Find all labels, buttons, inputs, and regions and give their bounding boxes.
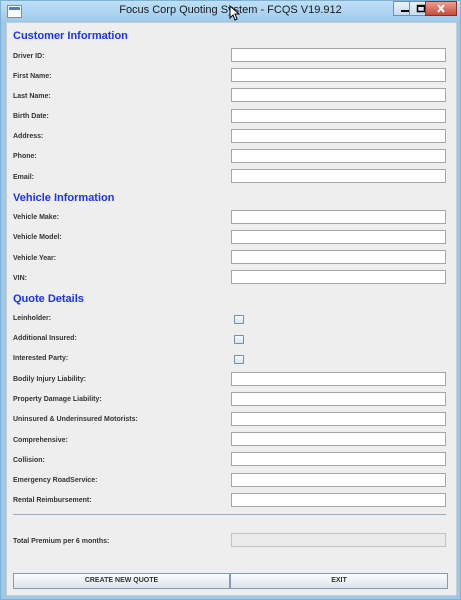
close-button[interactable] bbox=[425, 1, 457, 16]
phone-field[interactable] bbox=[231, 149, 446, 163]
email-field[interactable] bbox=[231, 169, 446, 183]
last-name-field[interactable] bbox=[231, 88, 446, 102]
mouse-cursor-icon bbox=[229, 5, 241, 21]
address-field[interactable] bbox=[231, 129, 446, 143]
driver-id-label: Driver ID: bbox=[13, 53, 45, 60]
create-new-quote-button[interactable]: CREATE NEW QUOTE bbox=[13, 573, 230, 589]
quote-form: Customer Information Driver ID: First Na… bbox=[6, 22, 457, 596]
leinholder-label: Leinholder: bbox=[13, 315, 52, 322]
property-damage-field[interactable] bbox=[231, 392, 446, 406]
property-damage-label: Property Damage Liability: bbox=[13, 396, 102, 403]
vin-label: VIN: bbox=[13, 275, 27, 282]
emergency-road-service-field[interactable] bbox=[231, 473, 446, 487]
bodily-injury-field[interactable] bbox=[231, 372, 446, 386]
uninsured-motorists-field[interactable] bbox=[231, 412, 446, 426]
close-icon bbox=[437, 4, 445, 13]
vehicle-model-label: Vehicle Model: bbox=[13, 234, 62, 241]
first-name-field[interactable] bbox=[231, 68, 446, 82]
vehicle-year-field[interactable] bbox=[231, 250, 446, 264]
comprehensive-field[interactable] bbox=[231, 432, 446, 446]
vehicle-make-field[interactable] bbox=[231, 210, 446, 224]
vehicle-model-field[interactable] bbox=[231, 230, 446, 244]
emergency-road-service-label: Emergency RoadService: bbox=[13, 477, 98, 484]
rental-reimbursement-label: Rental Reimbursement: bbox=[13, 497, 92, 504]
vin-field[interactable] bbox=[231, 270, 446, 284]
rental-reimbursement-field[interactable] bbox=[231, 493, 446, 507]
section-divider bbox=[13, 514, 446, 515]
uninsured-motorists-label: Uninsured & Underinsured Motorists: bbox=[13, 416, 138, 423]
birth-date-field[interactable] bbox=[231, 109, 446, 123]
email-label: Email: bbox=[13, 174, 35, 181]
additional-insured-label: Additional Insured: bbox=[13, 335, 77, 342]
total-premium-label: Total Premium per 6 months: bbox=[13, 538, 110, 545]
driver-id-field[interactable] bbox=[231, 48, 446, 62]
total-premium-field bbox=[231, 533, 446, 547]
vehicle-year-label: Vehicle Year: bbox=[13, 255, 57, 262]
comprehensive-label: Comprehensive: bbox=[13, 437, 68, 444]
quote-details-heading: Quote Details bbox=[13, 293, 84, 305]
app-window: Focus Corp Quoting System - FCQS V19.912… bbox=[0, 0, 461, 600]
interested-party-label: Interested Party: bbox=[13, 355, 69, 362]
interested-party-checkbox[interactable] bbox=[234, 355, 244, 364]
collision-field[interactable] bbox=[231, 452, 446, 466]
last-name-label: Last Name: bbox=[13, 93, 51, 100]
phone-label: Phone: bbox=[13, 153, 37, 160]
birth-date-label: Birth Date: bbox=[13, 113, 49, 120]
leinholder-checkbox[interactable] bbox=[234, 315, 244, 324]
collision-label: Collision: bbox=[13, 457, 45, 464]
bodily-injury-label: Bodily Injury Liability: bbox=[13, 376, 87, 383]
exit-button[interactable]: EXIT bbox=[230, 573, 448, 589]
customer-info-heading: Customer Information bbox=[13, 30, 128, 42]
additional-insured-checkbox[interactable] bbox=[234, 335, 244, 344]
title-bar[interactable]: Focus Corp Quoting System - FCQS V19.912 bbox=[1, 1, 460, 21]
vehicle-info-heading: Vehicle Information bbox=[13, 192, 115, 204]
address-label: Address: bbox=[13, 133, 44, 140]
first-name-label: First Name: bbox=[13, 73, 52, 80]
vehicle-make-label: Vehicle Make: bbox=[13, 214, 59, 221]
